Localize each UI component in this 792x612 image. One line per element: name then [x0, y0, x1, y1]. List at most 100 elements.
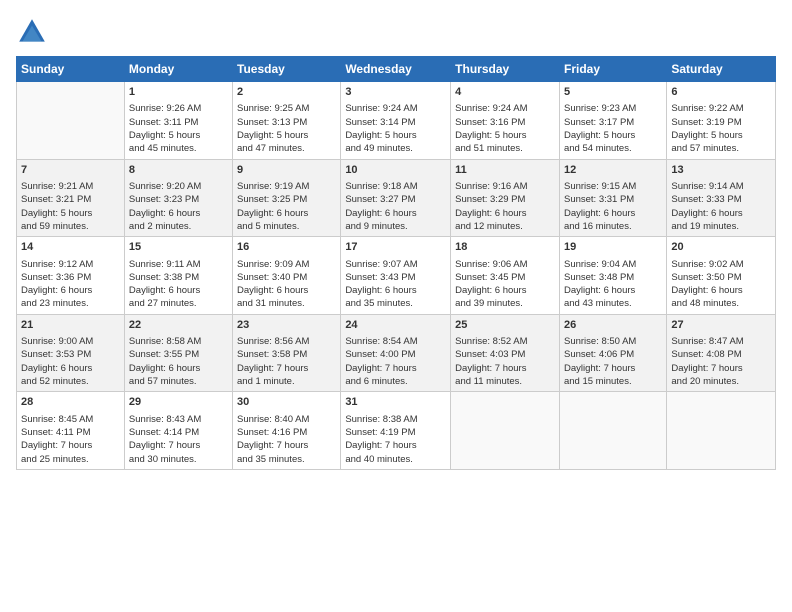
- day-cell: 8Sunrise: 9:20 AMSunset: 3:23 PMDaylight…: [124, 159, 232, 237]
- day-cell: 31Sunrise: 8:38 AMSunset: 4:19 PMDayligh…: [341, 392, 451, 470]
- weekday-wednesday: Wednesday: [341, 57, 451, 82]
- day-info-line: Sunrise: 9:21 AM: [21, 180, 120, 193]
- day-info-line: Daylight: 7 hours: [129, 439, 228, 452]
- day-info-line: and 31 minutes.: [237, 297, 336, 310]
- day-number: 8: [129, 163, 228, 178]
- day-info-line: Sunset: 3:36 PM: [21, 271, 120, 284]
- day-info-line: Sunrise: 8:50 AM: [564, 335, 662, 348]
- day-info-line: and 51 minutes.: [455, 142, 555, 155]
- day-cell: 19Sunrise: 9:04 AMSunset: 3:48 PMDayligh…: [559, 237, 666, 315]
- day-info-line: Sunrise: 8:47 AM: [671, 335, 771, 348]
- day-info-line: Sunset: 3:29 PM: [455, 193, 555, 206]
- day-info-line: Sunrise: 9:02 AM: [671, 258, 771, 271]
- day-number: 12: [564, 163, 662, 178]
- day-info-line: Sunrise: 9:20 AM: [129, 180, 228, 193]
- day-info-line: Daylight: 6 hours: [21, 362, 120, 375]
- day-info-line: Daylight: 7 hours: [237, 362, 336, 375]
- week-row-4: 21Sunrise: 9:00 AMSunset: 3:53 PMDayligh…: [17, 314, 776, 392]
- day-info-line: and 5 minutes.: [237, 220, 336, 233]
- day-cell: 27Sunrise: 8:47 AMSunset: 4:08 PMDayligh…: [667, 314, 776, 392]
- day-info-line: Sunrise: 8:40 AM: [237, 413, 336, 426]
- header: [16, 16, 776, 48]
- day-info-line: Daylight: 5 hours: [345, 129, 446, 142]
- day-info-line: and 11 minutes.: [455, 375, 555, 388]
- day-info-line: and 35 minutes.: [345, 297, 446, 310]
- day-cell: 16 Sunrise: 9:09 AMSunset: 3:40 PMDayligh…: [233, 237, 341, 315]
- day-cell: 24Sunrise: 8:54 AMSunset: 4:00 PMDayligh…: [341, 314, 451, 392]
- day-info-line: Sunrise: 9:07 AM: [345, 258, 446, 271]
- day-info-line: Sunrise: 9:24 AM: [345, 102, 446, 115]
- day-number: 7: [21, 163, 120, 178]
- day-info-line: Sunset: 3:27 PM: [345, 193, 446, 206]
- day-number: 14: [21, 240, 120, 255]
- day-cell: 4Sunrise: 9:24 AMSunset: 3:16 PMDaylight…: [451, 82, 560, 160]
- day-cell: [559, 392, 666, 470]
- day-cell: [667, 392, 776, 470]
- day-number: 24: [345, 318, 446, 333]
- day-info-line: Daylight: 7 hours: [237, 439, 336, 452]
- week-row-3: 14Sunrise: 9:12 AMSunset: 3:36 PMDayligh…: [17, 237, 776, 315]
- day-info-line: and 48 minutes.: [671, 297, 771, 310]
- day-info-line: and 43 minutes.: [564, 297, 662, 310]
- day-info-line: Sunrise: 9:14 AM: [671, 180, 771, 193]
- day-info-line: Sunset: 3:50 PM: [671, 271, 771, 284]
- day-cell: 28Sunrise: 8:45 AMSunset: 4:11 PMDayligh…: [17, 392, 125, 470]
- day-number: 19: [564, 240, 662, 255]
- day-info-line: Sunrise: 9:09 AM: [237, 258, 336, 271]
- day-info-line: Sunset: 4:16 PM: [237, 426, 336, 439]
- day-info-line: Sunset: 3:25 PM: [237, 193, 336, 206]
- day-info-line: and 27 minutes.: [129, 297, 228, 310]
- week-row-5: 28Sunrise: 8:45 AMSunset: 4:11 PMDayligh…: [17, 392, 776, 470]
- day-info-line: Sunset: 3:58 PM: [237, 348, 336, 361]
- day-info-line: and 49 minutes.: [345, 142, 446, 155]
- day-cell: 6Sunrise: 9:22 AMSunset: 3:19 PMDaylight…: [667, 82, 776, 160]
- day-info-line: Sunset: 4:00 PM: [345, 348, 446, 361]
- day-cell: 23Sunrise: 8:56 AMSunset: 3:58 PMDayligh…: [233, 314, 341, 392]
- day-info-line: Daylight: 5 hours: [564, 129, 662, 142]
- day-info-line: Sunset: 3:48 PM: [564, 271, 662, 284]
- day-info-line: Sunset: 3:40 PM: [237, 271, 336, 284]
- day-number: 27: [671, 318, 771, 333]
- weekday-header-row: SundayMondayTuesdayWednesdayThursdayFrid…: [17, 57, 776, 82]
- day-info-line: and 57 minutes.: [129, 375, 228, 388]
- day-info-line: and 6 minutes.: [345, 375, 446, 388]
- day-number: 26: [564, 318, 662, 333]
- day-info-line: and 2 minutes.: [129, 220, 228, 233]
- day-info-line: Daylight: 7 hours: [21, 439, 120, 452]
- day-info-line: Daylight: 6 hours: [237, 207, 336, 220]
- day-cell: [17, 82, 125, 160]
- day-info-line: Sunset: 3:31 PM: [564, 193, 662, 206]
- day-cell: 2Sunrise: 9:25 AMSunset: 3:13 PMDaylight…: [233, 82, 341, 160]
- day-number: 6: [671, 85, 771, 100]
- weekday-friday: Friday: [559, 57, 666, 82]
- day-info-line: Sunrise: 9:22 AM: [671, 102, 771, 115]
- day-number: 4: [455, 85, 555, 100]
- day-cell: 30Sunrise: 8:40 AMSunset: 4:16 PMDayligh…: [233, 392, 341, 470]
- day-cell: 18Sunrise: 9:06 AMSunset: 3:45 PMDayligh…: [451, 237, 560, 315]
- day-cell: 15Sunrise: 9:11 AMSunset: 3:38 PMDayligh…: [124, 237, 232, 315]
- day-info-line: Sunrise: 9:25 AM: [237, 102, 336, 115]
- day-info-line: Sunset: 4:08 PM: [671, 348, 771, 361]
- day-info-line: Sunset: 3:16 PM: [455, 116, 555, 129]
- day-number: 16: [237, 240, 336, 255]
- day-info-line: Sunset: 3:33 PM: [671, 193, 771, 206]
- day-info-line: Sunrise: 8:54 AM: [345, 335, 446, 348]
- day-info-line: Daylight: 7 hours: [455, 362, 555, 375]
- day-info-line: Daylight: 6 hours: [237, 284, 336, 297]
- day-info-line: Daylight: 5 hours: [455, 129, 555, 142]
- day-info-line: and 40 minutes.: [345, 453, 446, 466]
- day-number: 17: [345, 240, 446, 255]
- day-info-line: Daylight: 6 hours: [671, 284, 771, 297]
- day-info-line: Daylight: 6 hours: [129, 207, 228, 220]
- day-cell: 13Sunrise: 9:14 AMSunset: 3:33 PMDayligh…: [667, 159, 776, 237]
- day-number: 31: [345, 395, 446, 410]
- day-cell: 12Sunrise: 9:15 AMSunset: 3:31 PMDayligh…: [559, 159, 666, 237]
- day-cell: 17Sunrise: 9:07 AMSunset: 3:43 PMDayligh…: [341, 237, 451, 315]
- day-info-line: Daylight: 6 hours: [129, 284, 228, 297]
- day-number: 23: [237, 318, 336, 333]
- day-info-line: and 45 minutes.: [129, 142, 228, 155]
- day-info-line: Sunrise: 9:26 AM: [129, 102, 228, 115]
- day-cell: 29Sunrise: 8:43 AMSunset: 4:14 PMDayligh…: [124, 392, 232, 470]
- day-number: 10: [345, 163, 446, 178]
- day-number: 1: [129, 85, 228, 100]
